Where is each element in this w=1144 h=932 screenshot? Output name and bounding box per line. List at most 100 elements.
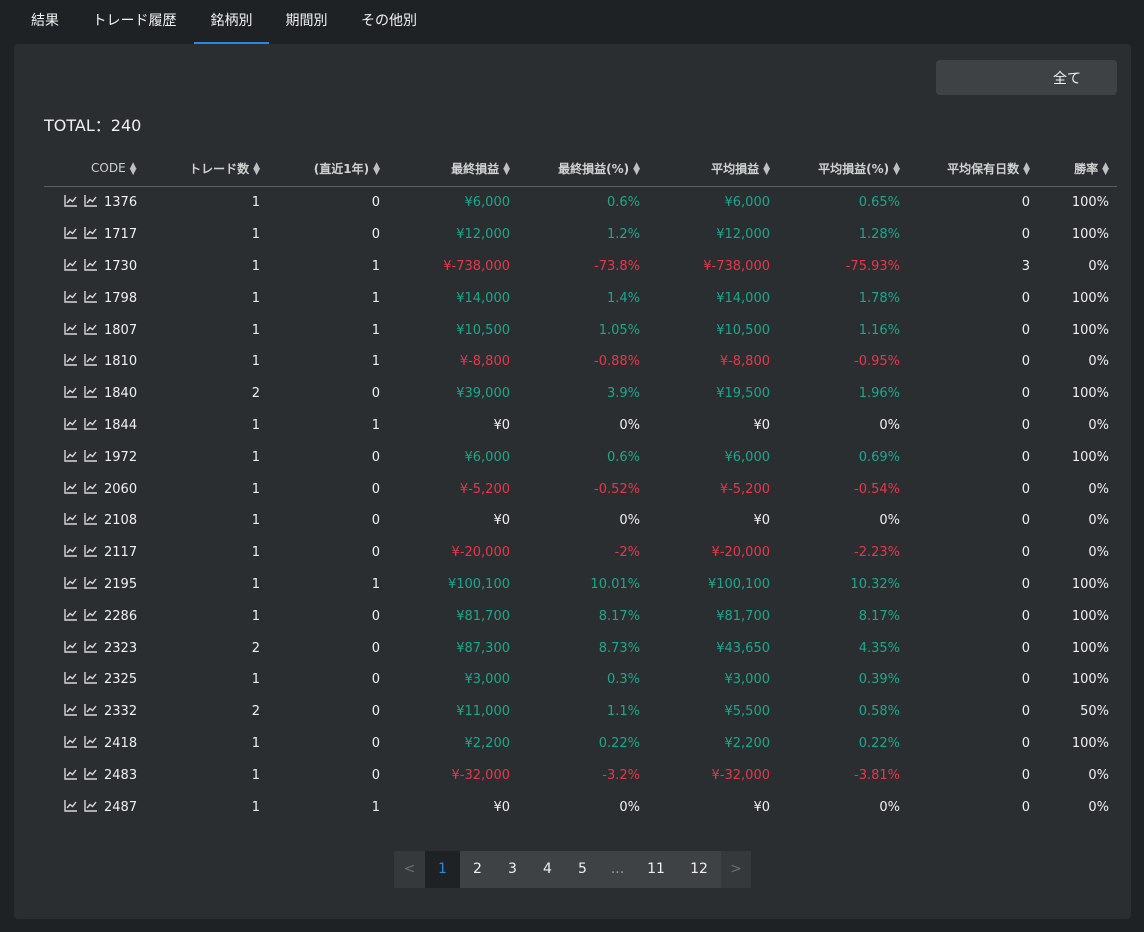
line-chart-icon[interactable]: [64, 195, 78, 208]
cell-recent: 0: [371, 386, 380, 402]
line-chart-icon[interactable]: [64, 417, 78, 430]
stock-code: 1717: [104, 227, 138, 243]
page-button-3[interactable]: 3: [495, 851, 530, 888]
cell-avg-pct: -0.54%: [854, 481, 900, 497]
col-header-trades[interactable]: トレード数 ▲ ▼: [144, 150, 268, 187]
cell-win: 0%: [1088, 545, 1109, 561]
stock-code: 2286: [104, 608, 138, 624]
line-chart-icon[interactable]: [64, 290, 78, 303]
stock-code: 2483: [104, 767, 138, 783]
line-chart-icon[interactable]: [64, 672, 78, 685]
line-chart-icon[interactable]: [84, 545, 98, 557]
col-header-code[interactable]: CODE ▲ ▼: [44, 150, 144, 187]
cell-win: 100%: [1071, 290, 1109, 306]
page-button-5[interactable]: 5: [565, 851, 600, 888]
cell-avg-pct: 0%: [879, 417, 900, 433]
page-button-2[interactable]: 2: [460, 851, 495, 888]
line-chart-icon[interactable]: [84, 799, 98, 812]
page-button-12[interactable]: 12: [677, 851, 721, 888]
col-header-avg-pl-pct[interactable]: 平均損益(%) ▲ ▼: [778, 150, 908, 187]
line-chart-icon[interactable]: [84, 672, 98, 685]
line-chart-icon[interactable]: [64, 322, 78, 335]
filter-all-button[interactable]: 全て: [936, 60, 1117, 95]
col-header-final-pl-pct[interactable]: 最終損益(%) ▲ ▼: [518, 150, 648, 187]
cell-final: ¥-8,800: [459, 354, 510, 370]
line-chart-icon[interactable]: [84, 290, 98, 303]
line-chart-icon[interactable]: [64, 767, 78, 780]
line-chart-icon[interactable]: [84, 417, 98, 430]
line-chart-icon[interactable]: [64, 386, 78, 398]
cell-avg: ¥-32,000: [711, 767, 770, 783]
line-chart-icon[interactable]: [84, 608, 98, 621]
cell-final-pct: 0.22%: [598, 735, 640, 751]
page-button-11[interactable]: 11: [635, 851, 677, 888]
line-chart-icon[interactable]: [84, 354, 98, 367]
tab-trade-history[interactable]: トレード履歴: [91, 0, 178, 45]
col-header-avg-pl[interactable]: 平均損益 ▲ ▼: [648, 150, 778, 187]
line-chart-icon[interactable]: [64, 576, 78, 589]
col-header-recent[interactable]: (直近1年) ▲ ▼: [268, 150, 388, 187]
line-chart-icon[interactable]: [64, 513, 78, 526]
line-chart-icon[interactable]: [64, 608, 78, 621]
cell-final: ¥11,000: [456, 704, 510, 720]
line-chart-icon[interactable]: [84, 704, 98, 716]
line-chart-icon[interactable]: [64, 735, 78, 748]
table-row: 2487 1 1 ¥0 0% ¥0 0% 0 0%: [44, 791, 1117, 823]
line-chart-icon[interactable]: [84, 767, 98, 780]
cell-avg: ¥43,650: [716, 640, 770, 656]
cell-avg-pct: 8.17%: [858, 608, 900, 624]
line-chart-icon[interactable]: [64, 545, 78, 557]
line-chart-icon[interactable]: [84, 640, 98, 653]
line-chart-icon[interactable]: [84, 449, 98, 462]
col-header-win-rate[interactable]: 勝率 ▲ ▼: [1038, 150, 1117, 187]
cell-win: 100%: [1071, 672, 1109, 688]
cell-avg: ¥100,100: [707, 576, 770, 592]
line-chart-icon[interactable]: [84, 386, 98, 398]
tab-by-period[interactable]: 期間別: [285, 0, 328, 45]
line-chart-icon[interactable]: [64, 354, 78, 367]
line-chart-icon[interactable]: [84, 322, 98, 335]
line-chart-icon[interactable]: [64, 227, 78, 239]
cell-win: 100%: [1071, 735, 1109, 751]
line-chart-icon[interactable]: [64, 640, 78, 653]
line-chart-icon[interactable]: [84, 513, 98, 526]
line-chart-icon[interactable]: [64, 704, 78, 716]
line-chart-icon[interactable]: [84, 195, 98, 208]
col-header-avg-days[interactable]: 平均保有日数 ▲ ▼: [908, 150, 1038, 187]
line-chart-icon[interactable]: [84, 227, 98, 239]
stock-code: 1810: [104, 354, 138, 370]
col-header-final-pl[interactable]: 最終損益 ▲ ▼: [388, 150, 518, 187]
code-cell: 2325: [44, 664, 144, 696]
sort-icon: ▲ ▼: [1102, 161, 1109, 177]
cell-win: 100%: [1071, 195, 1109, 211]
line-chart-icon[interactable]: [84, 481, 98, 494]
cell-trades: 1: [251, 290, 260, 306]
stock-code: 1807: [104, 322, 138, 338]
cell-trades: 2: [251, 640, 260, 656]
page-button-1[interactable]: 1: [425, 851, 460, 888]
line-chart-icon[interactable]: [84, 576, 98, 589]
tab-other[interactable]: その他別: [360, 0, 418, 45]
cell-avg: ¥19,500: [716, 386, 770, 402]
page-button-4[interactable]: 4: [530, 851, 565, 888]
next-page-button[interactable]: >: [721, 851, 751, 888]
stock-code: 2117: [104, 545, 138, 561]
cell-final: ¥10,500: [456, 322, 510, 338]
prev-page-button[interactable]: <: [394, 851, 425, 888]
cell-final: ¥0: [493, 799, 510, 815]
line-chart-icon[interactable]: [64, 481, 78, 494]
cell-days: 0: [1021, 640, 1030, 656]
line-chart-icon[interactable]: [84, 735, 98, 748]
line-chart-icon[interactable]: [64, 449, 78, 462]
cell-days: 0: [1021, 799, 1030, 815]
cell-avg-pct: 0.65%: [858, 195, 900, 211]
line-chart-icon[interactable]: [64, 799, 78, 812]
cell-trades: 1: [251, 576, 260, 592]
cell-final-pct: -73.8%: [594, 258, 640, 274]
line-chart-icon[interactable]: [64, 258, 78, 271]
tab-by-stock[interactable]: 銘柄別: [194, 0, 269, 45]
line-chart-icon[interactable]: [84, 258, 98, 271]
cell-win: 100%: [1071, 576, 1109, 592]
tab-results[interactable]: 結果: [31, 0, 59, 45]
stock-code: 1730: [104, 258, 138, 274]
